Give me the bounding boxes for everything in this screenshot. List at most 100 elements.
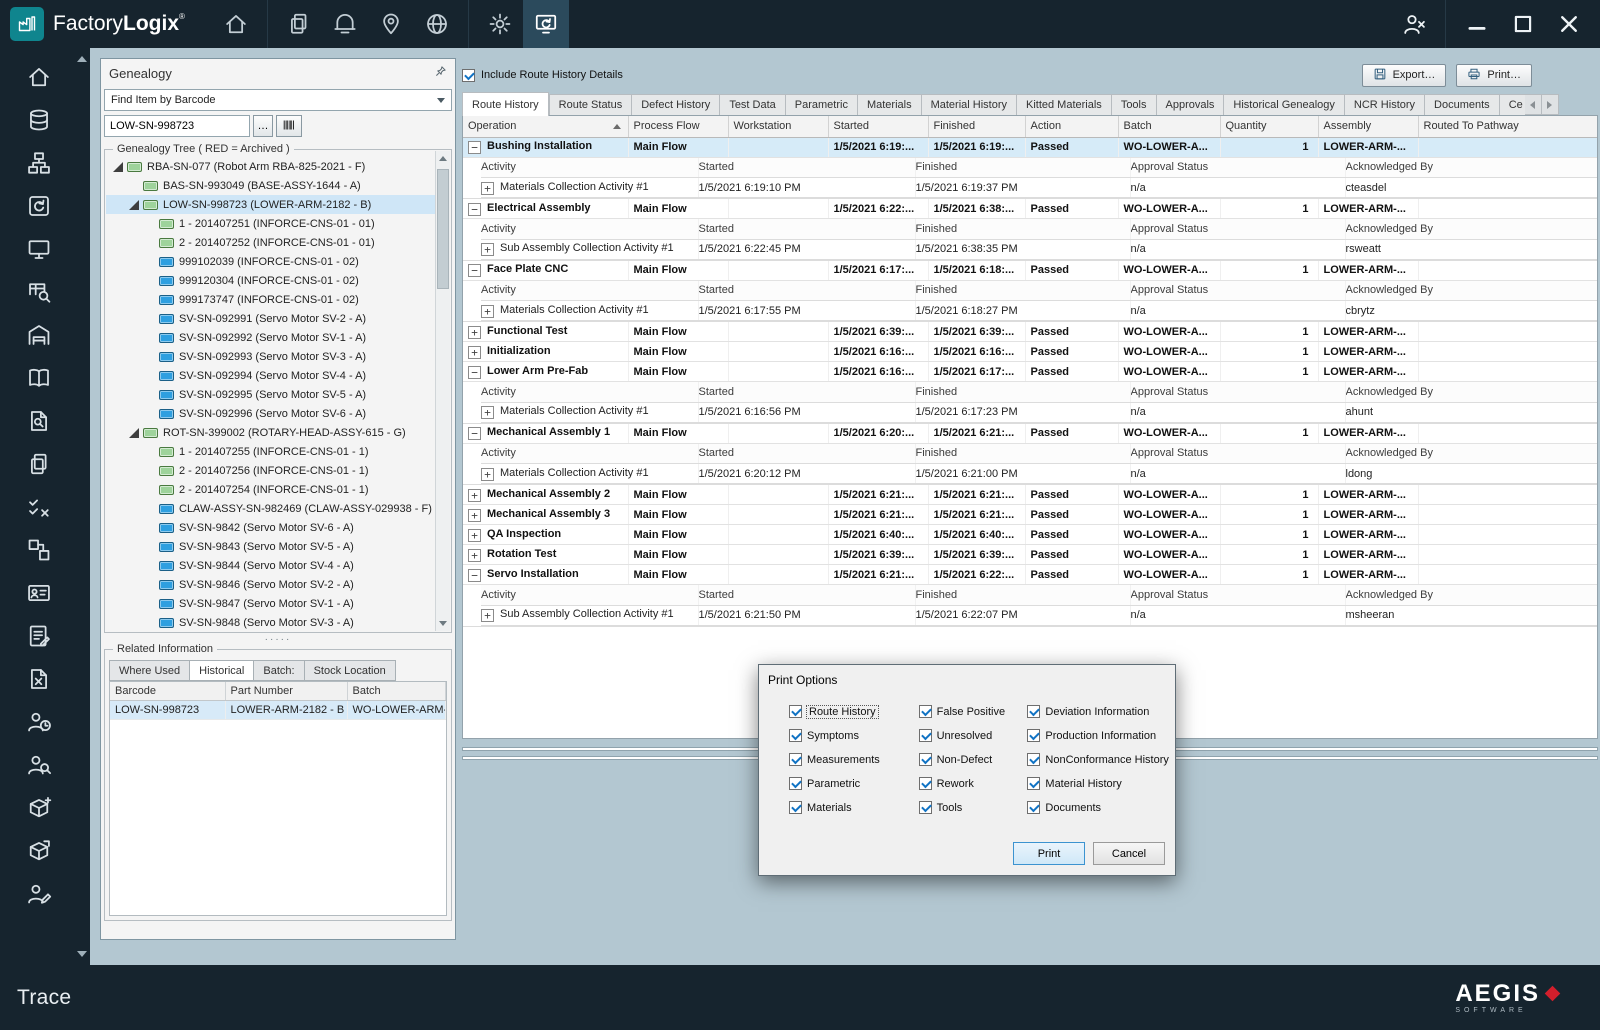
print-option[interactable]: Non-Defect: [918, 753, 1028, 766]
operation-row[interactable]: + Functional Test Main Flow 1/5/2021 6:39:.…: [463, 321, 1597, 342]
tab-parametric[interactable]: Parametric: [784, 94, 857, 115]
collapse-row-icon[interactable]: −: [468, 568, 481, 582]
tab-test-data[interactable]: Test Data: [719, 94, 785, 115]
tab-materials[interactable]: Materials: [856, 94, 921, 115]
related-tab-where-used[interactable]: Where Used: [109, 660, 190, 681]
tab-documents[interactable]: Documents: [1424, 94, 1499, 115]
topbar-machine-button[interactable]: [322, 0, 368, 48]
tree-item[interactable]: SV-SN-092996 (Servo Motor SV-6 - A): [106, 404, 435, 423]
expand-activity-icon[interactable]: +: [481, 467, 494, 481]
expand-row-icon[interactable]: +: [468, 325, 481, 339]
operation-row[interactable]: − Servo Installation Main Flow 1/5/2021 6:2…: [463, 564, 1597, 585]
checkbox-icon[interactable]: [789, 729, 802, 742]
tab-scroll-left-icon[interactable]: [1524, 94, 1542, 115]
related-tab-historical[interactable]: Historical: [189, 660, 254, 681]
checkbox-icon[interactable]: [1027, 801, 1041, 814]
tab-route-status[interactable]: Route Status: [548, 94, 632, 115]
sidebar-doc-search-button[interactable]: [12, 408, 66, 434]
tab-material-history[interactable]: Material History: [920, 94, 1016, 115]
sidebar-user-clock-button[interactable]: [12, 709, 66, 735]
expand-row-icon[interactable]: +: [468, 345, 481, 359]
column-header[interactable]: Barcode: [110, 682, 226, 701]
tree-item[interactable]: 2 - 201407254 (INFORCE-CNS-01 - 1): [106, 480, 435, 499]
print-option[interactable]: Parametric: [789, 777, 919, 790]
tree-item[interactable]: SV-SN-9848 (Servo Motor SV-3 - A): [106, 613, 435, 631]
sidebar-id-card-button[interactable]: [12, 580, 66, 606]
checkbox-icon[interactable]: [1027, 705, 1041, 718]
scroll-up-icon[interactable]: [436, 151, 450, 166]
column-header[interactable]: Routed To Pathway: [1418, 116, 1597, 138]
print-option[interactable]: Route History: [789, 704, 919, 719]
collapse-row-icon[interactable]: −: [468, 365, 481, 379]
scroll-down-icon[interactable]: [436, 616, 450, 631]
operation-row[interactable]: + Mechanical Assembly 3 Main Flow 1/5/2021 …: [463, 504, 1597, 525]
operation-row[interactable]: + Initialization Main Flow 1/5/2021 6:16:..…: [463, 341, 1597, 362]
column-header[interactable]: Action: [1025, 116, 1119, 138]
tree-item[interactable]: SV-SN-9847 (Servo Motor SV-1 - A): [106, 594, 435, 613]
tree-item[interactable]: CLAW-ASSY-SN-982469 (CLAW-ASSY-029938 - …: [106, 499, 435, 518]
tab-ce[interactable]: Ce: [1498, 94, 1525, 115]
tree-item[interactable]: ROT-SN-399002 (ROTARY-HEAD-ASSY-615 - G): [106, 423, 435, 442]
tree-item[interactable]: SV-SN-9844 (Servo Motor SV-4 - A): [106, 556, 435, 575]
collapse-row-icon[interactable]: −: [468, 264, 481, 277]
print-option[interactable]: Rework: [918, 777, 1028, 790]
sidebar-monitor-button[interactable]: [12, 236, 66, 262]
detail-activity-row[interactable]: + Materials Collection Activity #1 1/5/202…: [481, 300, 1597, 321]
tree-item[interactable]: 999102039 (INFORCE-CNS-01 - 02): [106, 252, 435, 271]
operation-row[interactable]: − Bushing Installation Main Flow 1/5/2021 6…: [463, 137, 1597, 158]
checkbox-icon[interactable]: [789, 777, 802, 790]
sidebar-merge-button[interactable]: [12, 537, 66, 563]
expand-activity-icon[interactable]: +: [481, 243, 494, 256]
checkbox-icon[interactable]: [1027, 729, 1041, 742]
tree-item[interactable]: SV-SN-9846 (Servo Motor SV-2 - A): [106, 575, 435, 594]
sidebar-hierarchy-button[interactable]: [12, 150, 66, 176]
checkbox-icon[interactable]: [789, 801, 802, 814]
checkbox-icon[interactable]: [1027, 753, 1041, 766]
topbar-documents-button[interactable]: [276, 0, 322, 48]
export-button[interactable]: Export…: [1361, 63, 1447, 87]
print-option[interactable]: Material History: [1027, 777, 1175, 790]
collapse-row-icon[interactable]: −: [468, 427, 481, 440]
checkbox-icon[interactable]: [918, 705, 932, 718]
checkbox-icon[interactable]: [918, 729, 932, 742]
print-option[interactable]: NonConformance History: [1027, 753, 1175, 766]
tab-approvals[interactable]: Approvals: [1155, 94, 1224, 115]
related-tab-stock-location[interactable]: Stock Location: [303, 660, 396, 681]
print-option[interactable]: Symptoms: [789, 729, 919, 742]
tree-item[interactable]: 1 - 201407255 (INFORCE-CNS-01 - 1): [106, 442, 435, 461]
print-option[interactable]: False Positive: [918, 705, 1028, 718]
tree-item[interactable]: 999120304 (INFORCE-CNS-01 - 02): [106, 271, 435, 290]
tab-historical-genealogy[interactable]: Historical Genealogy: [1223, 94, 1344, 115]
find-item-dropdown[interactable]: Find Item by Barcode: [104, 89, 452, 111]
window-minimize-button[interactable]: [1454, 0, 1500, 48]
operation-row[interactable]: − Lower Arm Pre-Fab Main Flow 1/5/2021 6:16…: [463, 361, 1597, 382]
dialog-cancel-button[interactable]: Cancel: [1093, 842, 1165, 865]
pin-icon[interactable]: [434, 65, 447, 81]
column-header[interactable]: Workstation: [728, 116, 829, 138]
print-option[interactable]: Tools: [918, 801, 1028, 814]
sidebar-book-button[interactable]: [12, 365, 66, 391]
expand-row-icon[interactable]: +: [468, 528, 481, 542]
operation-row[interactable]: − Face Plate CNC Main Flow 1/5/2021 6:17:..…: [463, 260, 1597, 281]
tree-expander-icon[interactable]: [128, 427, 140, 439]
barcode-input[interactable]: [104, 115, 250, 137]
print-option[interactable]: Production Information: [1027, 729, 1175, 742]
print-option[interactable]: Measurements: [789, 753, 919, 766]
barcode-scan-button[interactable]: [276, 115, 302, 137]
column-header[interactable]: Process Flow: [628, 116, 729, 138]
tree-expander-icon[interactable]: [112, 161, 124, 173]
topbar-home-button[interactable]: [213, 0, 259, 48]
detail-activity-row[interactable]: + Materials Collection Activity #1 1/5/202…: [481, 463, 1597, 484]
tree-item[interactable]: SV-SN-092995 (Servo Motor SV-5 - A): [106, 385, 435, 404]
tree-item[interactable]: SV-SN-092992 (Servo Motor SV-1 - A): [106, 328, 435, 347]
table-row[interactable]: LOW-SN-998723 LOWER-ARM-2182 - B WO-LOWER-…: [110, 700, 446, 720]
tab-route-history[interactable]: Route History: [462, 92, 549, 116]
tree-item[interactable]: SV-SN-9842 (Servo Motor SV-6 - A): [106, 518, 435, 537]
operation-row[interactable]: − Electrical Assembly Main Flow 1/5/2021 6:…: [463, 198, 1597, 219]
detail-activity-row[interactable]: + Sub Assembly Collection Activity #1 1/5/…: [481, 239, 1597, 260]
column-header[interactable]: Batch: [347, 682, 446, 701]
operation-row[interactable]: + Rotation Test Main Flow 1/5/2021 6:39:...…: [463, 544, 1597, 565]
print-option[interactable]: Unresolved: [918, 729, 1028, 742]
expand-row-icon[interactable]: +: [468, 548, 481, 562]
column-header[interactable]: Assembly: [1318, 116, 1419, 138]
